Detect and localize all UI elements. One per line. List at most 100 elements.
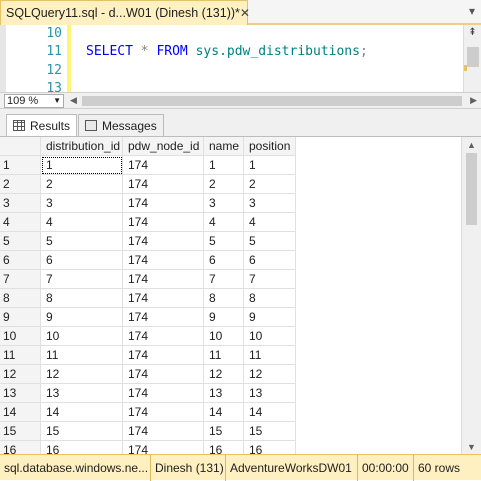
table-row[interactable]: 10 10 174 10 10 [0, 327, 460, 346]
row-number-cell[interactable]: 11 [0, 346, 41, 365]
grid-cell[interactable]: 10 [204, 327, 244, 346]
grid-cell[interactable]: 2 [204, 175, 244, 194]
grid-cell[interactable]: 4 [244, 213, 296, 232]
row-number-cell[interactable]: 2 [0, 175, 41, 194]
row-number-cell[interactable]: 15 [0, 422, 41, 441]
row-number-cell[interactable]: 7 [0, 270, 41, 289]
row-number-cell[interactable]: 13 [0, 384, 41, 403]
row-number-cell[interactable]: 5 [0, 232, 41, 251]
grid-cell[interactable]: 5 [41, 232, 123, 251]
tab-dropdown-icon[interactable]: ▾ [469, 4, 475, 18]
grid-cell[interactable]: 7 [244, 270, 296, 289]
grid-cell[interactable]: 174 [123, 308, 204, 327]
table-row[interactable]: 6 6 174 6 6 [0, 251, 460, 270]
row-number-cell[interactable]: 8 [0, 289, 41, 308]
query-document-tab[interactable]: SQLQuery11.sql - d...W01 (Dinesh (131))*… [0, 0, 250, 25]
editor-scroll-thumb[interactable] [467, 47, 479, 67]
table-row[interactable]: 2 2 174 2 2 [0, 175, 460, 194]
grid-cell[interactable]: 8 [41, 289, 123, 308]
editor-vertical-scrollbar[interactable]: ⇞ [463, 25, 481, 92]
column-header[interactable]: name [204, 137, 244, 156]
grid-cell[interactable]: 8 [244, 289, 296, 308]
column-header[interactable]: position [244, 137, 296, 156]
table-row[interactable]: 11 11 174 11 11 [0, 346, 460, 365]
split-icon[interactable]: ⇞ [466, 27, 479, 40]
grid-cell[interactable]: 174 [123, 327, 204, 346]
column-header[interactable]: pdw_node_id [123, 137, 204, 156]
grid-cell[interactable]: 12 [244, 365, 296, 384]
grid-cell[interactable]: 174 [123, 156, 204, 175]
grid-cell[interactable]: 13 [244, 384, 296, 403]
grid-cell[interactable]: 174 [123, 194, 204, 213]
grid-cell[interactable]: 5 [244, 232, 296, 251]
grid-cell[interactable]: 11 [41, 346, 123, 365]
grid-cell[interactable]: 16 [244, 441, 296, 454]
grid-cell[interactable]: 174 [123, 422, 204, 441]
scroll-down-icon[interactable]: ▼ [467, 442, 476, 452]
grid-cell[interactable]: 1 [41, 156, 123, 175]
results-grid[interactable]: distribution_id pdw_node_id name positio… [0, 136, 481, 454]
tab-messages[interactable]: Messages [78, 114, 164, 136]
grid-cell[interactable]: 14 [204, 403, 244, 422]
grid-cell[interactable]: 10 [244, 327, 296, 346]
grid-cell[interactable]: 11 [204, 346, 244, 365]
grid-cell[interactable]: 174 [123, 289, 204, 308]
grid-cell[interactable]: 174 [123, 175, 204, 194]
grid-cell[interactable]: 12 [204, 365, 244, 384]
grid-cell[interactable]: 2 [41, 175, 123, 194]
table-row[interactable]: 9 9 174 9 9 [0, 308, 460, 327]
grid-cell[interactable]: 174 [123, 441, 204, 454]
grid-cell[interactable]: 14 [41, 403, 123, 422]
grid-scroll-thumb[interactable] [466, 153, 477, 225]
grid-cell[interactable]: 13 [41, 384, 123, 403]
grid-cell[interactable]: 174 [123, 251, 204, 270]
grid-cell[interactable]: 4 [204, 213, 244, 232]
grid-cell[interactable]: 16 [204, 441, 244, 454]
grid-cell[interactable]: 16 [41, 441, 123, 454]
code-line-11[interactable]: SELECT * FROM sys.pdw_distributions; [86, 44, 368, 59]
scroll-up-icon[interactable]: ▲ [467, 140, 476, 150]
grid-cell[interactable]: 6 [41, 251, 123, 270]
table-row[interactable]: 13 13 174 13 13 [0, 384, 460, 403]
table-row[interactable]: 1 1 174 1 1 [0, 156, 460, 175]
grid-cell[interactable]: 15 [204, 422, 244, 441]
grid-cell[interactable]: 7 [204, 270, 244, 289]
grid-cell[interactable]: 6 [204, 251, 244, 270]
close-icon[interactable]: ✕ [240, 6, 250, 20]
grid-cell[interactable]: 9 [204, 308, 244, 327]
table-row[interactable]: 12 12 174 12 12 [0, 365, 460, 384]
grid-cell[interactable]: 174 [123, 384, 204, 403]
row-number-cell[interactable]: 12 [0, 365, 41, 384]
editor-horizontal-scroll-thumb[interactable] [82, 96, 462, 106]
grid-cell[interactable]: 5 [204, 232, 244, 251]
row-number-cell[interactable]: 6 [0, 251, 41, 270]
grid-cell[interactable]: 15 [244, 422, 296, 441]
table-row[interactable]: 5 5 174 5 5 [0, 232, 460, 251]
grid-cell[interactable]: 1 [244, 156, 296, 175]
sql-editor[interactable]: 10 11 12 13 SELECT * FROM sys.pdw_distri… [0, 25, 481, 92]
scroll-right-icon[interactable]: ▶ [470, 95, 477, 106]
table-row[interactable]: 8 8 174 8 8 [0, 289, 460, 308]
zoom-select[interactable]: 109 % ▼ [4, 94, 64, 108]
grid-cell[interactable]: 10 [41, 327, 123, 346]
column-header[interactable]: distribution_id [41, 137, 123, 156]
grid-cell[interactable]: 3 [244, 194, 296, 213]
row-number-cell[interactable]: 3 [0, 194, 41, 213]
row-number-cell[interactable]: 9 [0, 308, 41, 327]
grid-cell[interactable]: 8 [204, 289, 244, 308]
scroll-left-icon[interactable]: ◀ [70, 95, 77, 106]
row-number-cell[interactable]: 14 [0, 403, 41, 422]
grid-cell[interactable]: 3 [204, 194, 244, 213]
grid-cell[interactable]: 4 [41, 213, 123, 232]
grid-vertical-scrollbar[interactable]: ▲ ▼ [461, 137, 481, 454]
row-number-cell[interactable]: 16 [0, 441, 41, 454]
grid-cell[interactable]: 11 [244, 346, 296, 365]
row-number-cell[interactable]: 10 [0, 327, 41, 346]
table-row[interactable]: 15 15 174 15 15 [0, 422, 460, 441]
grid-cell[interactable]: 174 [123, 365, 204, 384]
grid-cell[interactable]: 9 [244, 308, 296, 327]
grid-cell[interactable]: 7 [41, 270, 123, 289]
table-row[interactable]: 7 7 174 7 7 [0, 270, 460, 289]
tab-results[interactable]: Results [6, 114, 78, 136]
grid-cell[interactable]: 13 [204, 384, 244, 403]
